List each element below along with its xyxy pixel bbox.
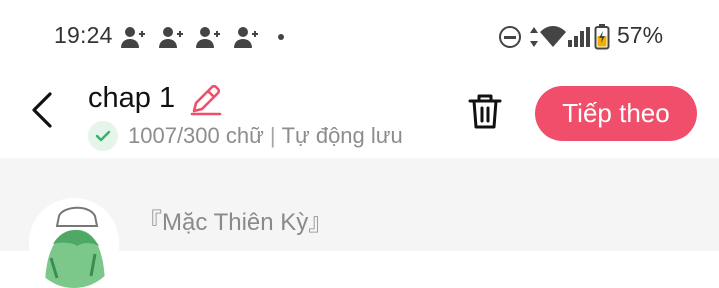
battery-percentage: 57% [617,22,664,48]
battery-icon [594,24,610,55]
editor-header: chap 1 1007/300 chữ | Tự động lưu Tiếp t… [0,72,719,158]
data-transfer-icon [529,25,539,54]
trash-icon [468,94,502,129]
wifi-icon [539,25,567,54]
character-avatar[interactable] [29,198,119,288]
person-add-icon [195,25,221,49]
clock: 19:24 [54,22,113,48]
person-add-icon [158,25,184,49]
do-not-disturb-icon [498,25,522,54]
back-button[interactable] [28,90,58,130]
delete-button[interactable] [465,92,505,132]
edit-pencil-icon[interactable] [188,81,224,117]
person-add-icon [120,25,146,49]
character-name[interactable]: 『Mặc Thiên Kỳ』 [138,202,332,237]
chapter-title[interactable]: chap 1 [88,82,175,115]
cell-signal-icon [567,25,591,54]
word-count: 1007/300 chữ [128,123,264,148]
story-content-area: 『Mặc Thiên Kỳ』 [0,158,719,288]
autosave-label: Tự động lưu [281,123,403,148]
checkmark-icon [88,121,118,151]
more-notifications-dot-icon [278,34,284,40]
separator: | [269,123,276,148]
status-bar: 19:24 57% [0,0,719,72]
next-button[interactable]: Tiếp theo [535,86,697,141]
person-add-icon [233,25,259,49]
save-status-row: 1007/300 chữ | Tự động lưu [88,120,403,152]
